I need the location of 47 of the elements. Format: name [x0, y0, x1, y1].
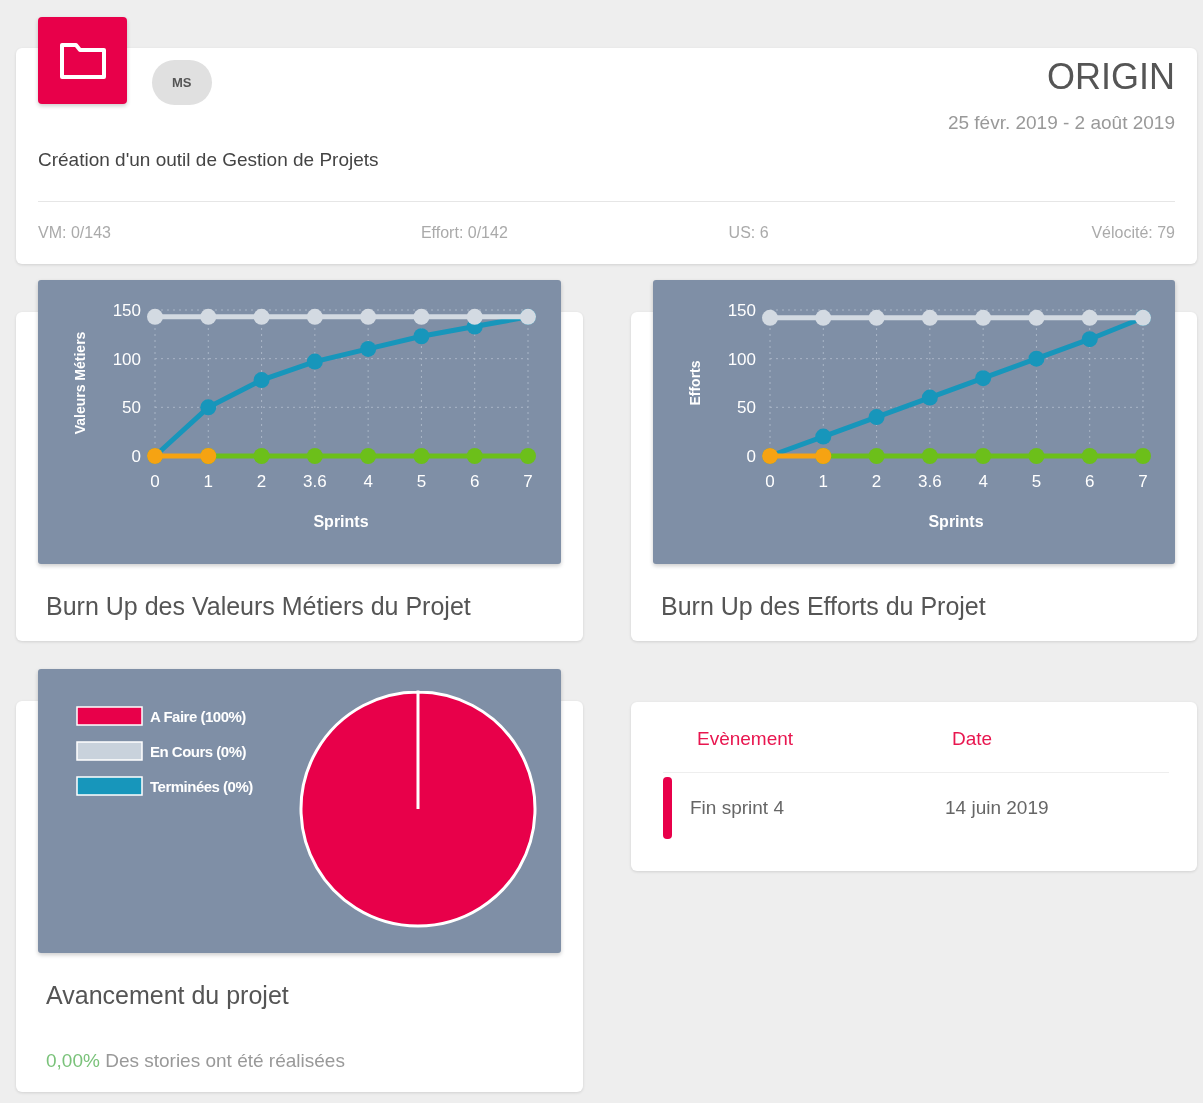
axis-tick-label: 0 [150, 472, 160, 491]
legend-label: Terminées (0%) [150, 778, 253, 795]
axis-tick-label: 50 [737, 398, 756, 418]
axis-tick-label: 7 [523, 472, 533, 491]
axis-tick-label: 150 [112, 301, 141, 320]
chart-title: Burn Up des Valeurs Métiers du Projet [46, 592, 472, 621]
axis-tick-label: 6 [1085, 472, 1095, 491]
chart-title: Burn Up des Efforts du Projet [661, 592, 987, 621]
axis-tick-label: 4 [978, 472, 988, 491]
axis-tick-label: 3.6 [918, 472, 942, 491]
axis-title: Valeurs Métiers [72, 331, 88, 435]
axis-tick-label: 5 [1031, 472, 1042, 491]
legend-label: A Faire (100%) [150, 708, 246, 725]
progress-summary: 0,00% Des stories ont été réalisées [46, 1050, 346, 1072]
axis-tick-label: 150 [727, 301, 756, 320]
axis-tick-label: 0 [131, 447, 141, 466]
project-stat: Effort: 0/142 [419, 224, 509, 242]
axis-tick-label: 100 [727, 349, 756, 369]
axis-tick-label: 50 [122, 398, 141, 418]
axis-title: Efforts [687, 360, 703, 406]
axis-tick-label: 5 [416, 472, 427, 491]
axis-tick-label: 6 [470, 472, 480, 491]
project-stat: US: 6 [727, 224, 770, 242]
table-cell-text: 14 juin 2019 [944, 796, 1050, 820]
project-description: Création d'un outil de Gestion de Projets [38, 149, 379, 171]
axis-tick-label: 3.6 [303, 472, 327, 491]
table-cell: Fin sprint 4 [690, 797, 784, 819]
project-stat: VM: 0/143 [38, 224, 112, 242]
axis-title: Sprints [928, 513, 984, 530]
project-name: ORIGIN [1047, 56, 1175, 98]
project-dates: 25 févr. 2019 - 2 août 2019 [947, 112, 1175, 134]
axis-tick-label: 7 [1138, 472, 1148, 491]
axis-tick-label: 2 [256, 472, 267, 491]
axis-tick-label: 1 [818, 472, 828, 491]
axis-tick-label: 2 [871, 472, 882, 491]
initials-chip: MS [152, 60, 212, 105]
axis-title: Sprints [313, 513, 369, 530]
project-stat: Vélocité: 79 [1090, 224, 1175, 242]
axis-tick-label: 1 [203, 472, 213, 491]
axis-tick-label: 0 [765, 472, 775, 491]
axis-tick-label: 4 [363, 472, 373, 491]
column-header: Evènement [663, 728, 918, 773]
legend-label: En Cours (0%) [150, 743, 246, 760]
axis-tick-label: 0 [746, 447, 756, 466]
column-header: Date [918, 728, 1169, 773]
axis-tick-label: 100 [112, 349, 141, 369]
chart-title: Avancement du projet [46, 981, 290, 1010]
